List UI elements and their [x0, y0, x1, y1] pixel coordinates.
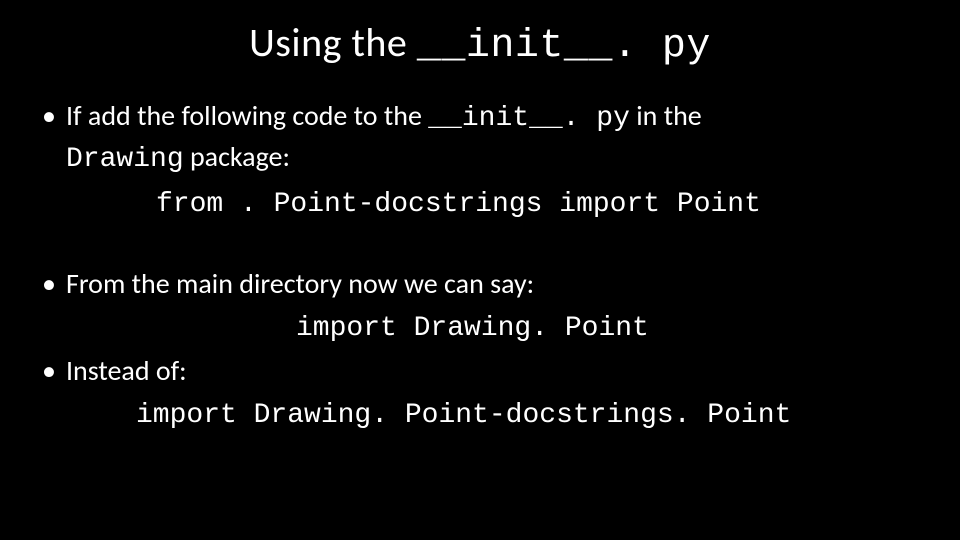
spacer-1 [40, 227, 920, 261]
code-line-2-wrapper: import Drawing. Point [40, 307, 920, 348]
slide-body: If add the following code to the __init_… [40, 97, 920, 435]
bullet-1-code-1: __init__. py [428, 103, 630, 134]
bullet-1-text-1: If add the following code to the [66, 98, 428, 133]
code-line-3: import Drawing. Point-docstrings. Point [66, 397, 791, 435]
code-line-3-wrapper: import Drawing. Point-docstrings. Point [40, 394, 920, 435]
title-prefix: Using the [249, 18, 417, 67]
code-line-2: import Drawing. Point [66, 310, 649, 348]
bullet-1-text-2: in the [630, 98, 702, 133]
bullet-2-text: From the main directory now we can say: [66, 266, 534, 301]
code-line-1: from . Point-docstrings import Point [66, 186, 761, 224]
bullet-3-text: Instead of: [66, 353, 187, 388]
code-line-1-wrapper: from . Point-docstrings import Point [40, 183, 920, 224]
bullet-1: If add the following code to the __init_… [40, 97, 920, 179]
bullet-1-code-2: Drawing [66, 144, 184, 175]
slide-title: Using the __init__. py [40, 18, 920, 69]
bullet-2: From the main directory now we can say: [40, 265, 920, 303]
title-code: __init__. py [417, 24, 711, 69]
bullet-1-text-3: package: [184, 139, 290, 174]
slide: Using the __init__. py If add the follow… [0, 0, 960, 540]
bullet-3: Instead of: [40, 352, 920, 390]
